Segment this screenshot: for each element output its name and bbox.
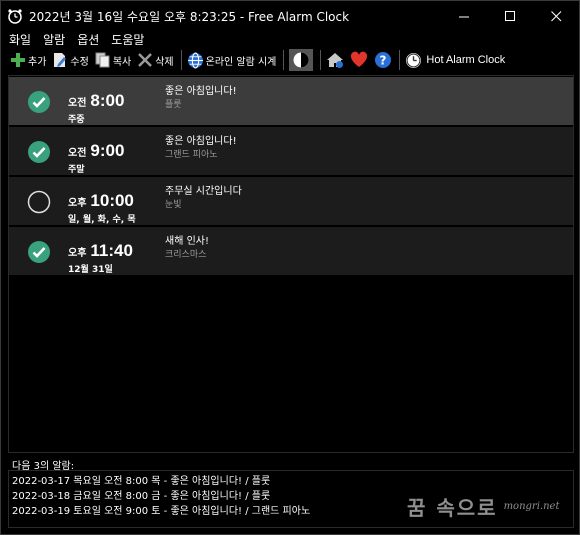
watermark-sub: mongri.net <box>503 501 560 512</box>
alarm-sound: 크리스마스 <box>165 250 207 260</box>
alarm-row[interactable]: 오후 10:00 일, 월, 화, 수, 목 주무실 시간입니다 눈빛 <box>9 177 573 226</box>
alarm-time: 8:00 <box>90 91 125 110</box>
heart-button[interactable] <box>350 49 368 71</box>
toolbar-separator <box>283 50 285 70</box>
alarm-row[interactable]: 오전 8:00 주중 좋은 아침입니다! 플룻 <box>9 77 573 126</box>
svg-text:?: ? <box>380 54 387 68</box>
next-alarm-item: 2022-03-17 목요일 오전 8:00 목 - 좋은 아침입니다! / 플… <box>12 476 271 487</box>
alarm-list[interactable]: 오전 8:00 주중 좋은 아침입니다! 플룻 오전 9:00 주말 좋은 아침… <box>8 75 574 453</box>
alarm-message: 새해 인사! <box>165 236 209 247</box>
alarm-ampm: 오후 <box>68 248 87 259</box>
checked-circle-icon[interactable] <box>27 90 51 114</box>
maximize-button[interactable] <box>487 1 533 31</box>
hot-alarm-clock-button[interactable]: Hot Alarm Clock <box>405 49 505 71</box>
toolbar-separator <box>180 50 182 70</box>
alarm-ampm: 오후 <box>68 198 87 209</box>
alarm-days: 일, 월, 화, 수, 목 <box>68 215 136 225</box>
add-button[interactable]: 추가 <box>10 49 46 71</box>
toolbar-separator <box>320 50 322 70</box>
close-button[interactable] <box>533 1 579 31</box>
alarm-message: 좋은 아침입니다! <box>165 136 237 147</box>
menu-bar: 화일 알람 옵션 도움말 <box>1 31 579 47</box>
next-alarm-item: 2022-03-19 토요일 오전 9:00 토 - 좋은 아침입니다! / 그… <box>12 506 311 517</box>
alarm-ampm: 오전 <box>68 148 87 159</box>
minimize-icon <box>458 16 469 17</box>
alarm-sound: 눈빛 <box>165 200 182 210</box>
edit-button[interactable]: 수정 <box>52 49 89 71</box>
online-alarm-label: 온라인 알람 시계 <box>205 56 277 68</box>
delete-x-icon <box>138 53 153 67</box>
close-icon <box>550 10 561 21</box>
checked-circle-icon[interactable] <box>27 240 51 264</box>
heart-icon <box>351 51 368 67</box>
menu-help[interactable]: 도움말 <box>111 31 144 48</box>
alarm-row[interactable]: 오전 9:00 주말 좋은 아침입니다! 그랜드 피아노 <box>9 127 573 176</box>
minimize-button[interactable] <box>441 1 487 31</box>
app-window: 2022년 3월 16일 수요일 오후 8:23:25 - Free Alarm… <box>0 0 580 535</box>
delete-label: 삭제 <box>155 56 174 68</box>
copy-button[interactable]: 복사 <box>95 49 131 71</box>
toolbar: 추가 수정 복사 삭제 온라인 알람 시계 ? Hot Alarm Clock <box>1 48 579 72</box>
globe-icon <box>187 52 203 68</box>
alarm-sound: 플룻 <box>165 100 182 110</box>
alarm-time: 10:00 <box>90 191 134 210</box>
watermark: 꿈 속으로 mongri.net <box>407 492 559 521</box>
alarm-row[interactable]: 오후 11:40 12월 31일 새해 인사! 크리스마스 <box>9 227 573 276</box>
alarm-clock-icon <box>8 9 22 24</box>
plus-icon <box>11 53 25 67</box>
theme-toggle-button[interactable] <box>289 49 314 71</box>
checked-circle-icon[interactable] <box>27 140 51 164</box>
alarm-message: 주무실 시간입니다 <box>165 186 242 197</box>
unchecked-circle-icon[interactable] <box>27 190 51 214</box>
alarm-ampm: 오전 <box>68 98 87 109</box>
add-label: 추가 <box>28 56 47 68</box>
copy-icon <box>95 52 110 68</box>
title-bar[interactable]: 2022년 3월 16일 수요일 오후 8:23:25 - Free Alarm… <box>1 1 579 31</box>
menu-file[interactable]: 화일 <box>9 31 31 48</box>
edit-label: 수정 <box>70 56 89 68</box>
alarm-days: 주말 <box>68 165 85 175</box>
home-icon <box>327 53 344 68</box>
alarm-time: 11:40 <box>90 241 133 260</box>
menu-options[interactable]: 옵션 <box>77 31 99 48</box>
alarm-message: 좋은 아침입니다! <box>165 86 237 97</box>
alarm-sound: 그랜드 피아노 <box>165 150 218 160</box>
alarm-days: 주중 <box>68 115 85 125</box>
contrast-icon <box>293 52 309 68</box>
delete-button[interactable]: 삭제 <box>137 49 174 71</box>
clock-icon <box>406 52 422 68</box>
toolbar-separator <box>399 50 401 70</box>
online-alarm-button[interactable]: 온라인 알람 시계 <box>187 49 277 71</box>
alarm-days: 12월 31일 <box>68 265 113 275</box>
copy-label: 복사 <box>112 56 132 68</box>
maximize-icon <box>504 10 515 21</box>
next-alarm-item: 2022-03-18 금요일 오전 8:00 금 - 좋은 아침입니다! / 플… <box>12 491 271 502</box>
alarm-time: 9:00 <box>90 141 125 160</box>
hot-alarm-clock-label: Hot Alarm Clock <box>426 54 506 66</box>
window-title: 2022년 3월 16일 수요일 오후 8:23:25 - Free Alarm… <box>29 9 350 24</box>
menu-alarm[interactable]: 알람 <box>43 31 65 48</box>
help-button[interactable]: ? <box>374 49 392 71</box>
home-button[interactable] <box>326 49 344 71</box>
edit-document-icon <box>54 53 67 67</box>
watermark-main: 꿈 속으로 <box>407 496 498 520</box>
help-icon: ? <box>375 52 392 68</box>
